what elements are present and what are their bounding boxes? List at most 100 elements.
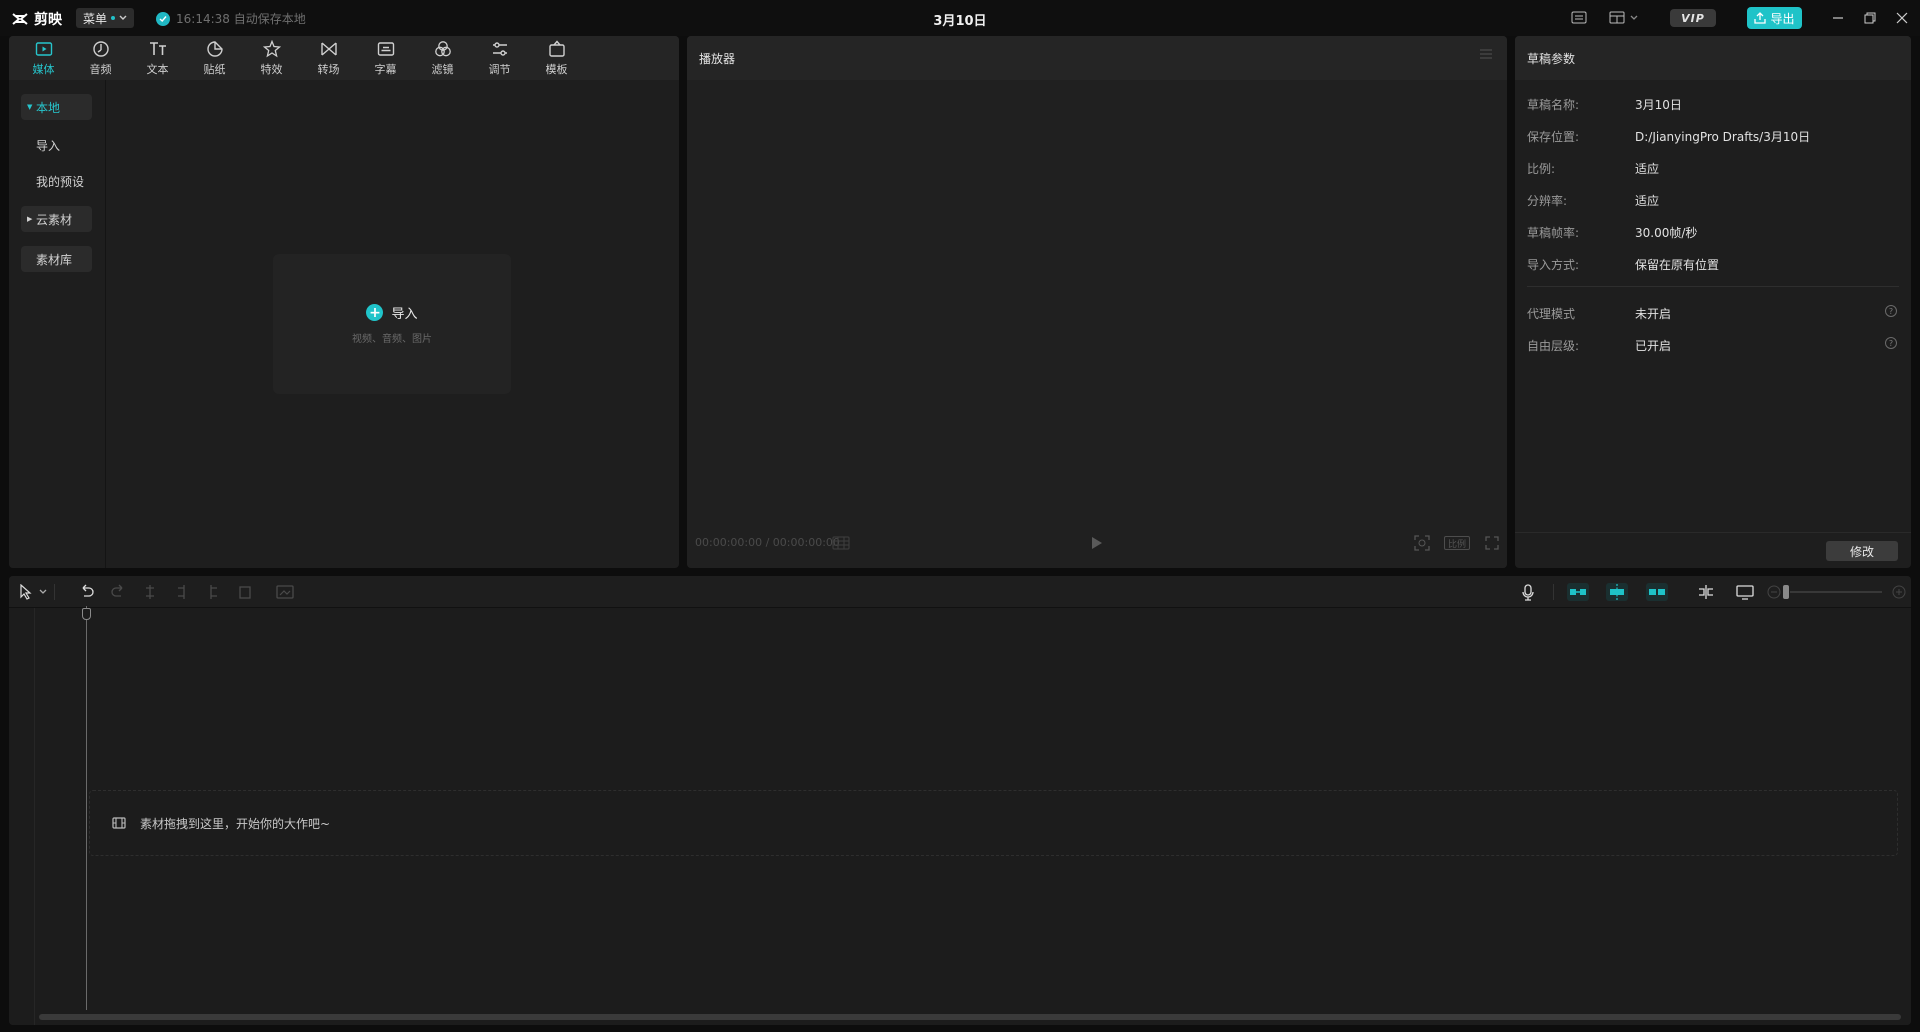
draft-row-key: 代理模式 [1527,307,1576,321]
player-viewport[interactable] [687,80,1507,568]
play-button[interactable] [1091,536,1103,550]
play-icon [1092,537,1102,549]
main-track-magnet-button[interactable] [1567,583,1589,601]
zoom-in-button[interactable] [1892,585,1906,599]
import-dropzone[interactable]: + 导入 视频、音频、图片 [273,254,511,394]
tab-filter[interactable]: 滤镜 [414,36,471,80]
export-button[interactable]: 导出 [1747,7,1802,29]
full-preview-button[interactable] [1736,584,1754,600]
tab-subtitle[interactable]: 字幕 [357,36,414,80]
menu-button[interactable]: 菜单 [76,8,135,28]
fit-screen-button[interactable] [1414,535,1430,551]
sidebar-item-my-presets[interactable]: 我的预设 [21,168,92,194]
draft-row-key: 分辨率: [1527,194,1568,208]
draft-row-value: 适应 [1635,194,1660,208]
playhead-handle[interactable] [82,608,91,620]
media-panel: 媒体 音频 文本 贴纸 特效 转场 字幕 滤镜 调节 模板 ▼ 本地 导入 我的… [9,36,679,568]
linkage-button[interactable] [1646,583,1668,601]
delete-right-button[interactable] [206,584,220,600]
tab-adjust[interactable]: 调节 [471,36,528,80]
draft-row-framerate: 草稿帧率: 30.00帧/秒 [1527,224,1897,242]
player-menu-button[interactable] [1479,48,1493,60]
autosave-status: 16:14:38 自动保存本地 [156,10,306,27]
delete-button[interactable] [238,584,252,600]
focus-icon [1414,535,1430,551]
split-button[interactable] [143,584,157,600]
tab-audio[interactable]: 音频 [72,36,129,80]
text-icon [149,41,166,55]
tab-media[interactable]: 媒体 [15,36,72,80]
timeline-grid-icon[interactable] [832,536,850,550]
auto-snap-button[interactable] [1606,583,1628,601]
zoom-out-icon [1767,585,1781,599]
undo-button[interactable] [79,584,95,600]
tab-text[interactable]: 文本 [129,36,186,80]
media-tab-bar: 媒体 音频 文本 贴纸 特效 转场 字幕 滤镜 调节 模板 [9,36,679,80]
draft-header: 草稿参数 [1515,36,1911,80]
filter-icon [434,40,451,56]
tab-sticker[interactable]: 贴纸 [186,36,243,80]
draft-row-key: 比例: [1527,162,1556,176]
tab-label: 特效 [260,62,283,76]
crop-button[interactable] [276,584,294,600]
ratio-button[interactable]: 比例 [1444,536,1470,550]
snap-icon [1610,584,1624,600]
sidebar-item-library[interactable]: 素材库 [21,246,92,272]
layout-switch-button[interactable] [1609,11,1638,24]
close-button[interactable] [1896,12,1908,24]
timeline-drop-area[interactable]: 素材拖拽到这里，开始你的大作吧~ [89,790,1898,856]
draft-row-key: 草稿帧率: [1527,226,1580,240]
tab-effects[interactable]: 特效 [243,36,300,80]
menu-label: 菜单 [83,11,108,26]
minimize-button[interactable] [1832,12,1844,24]
restore-button[interactable] [1864,12,1876,24]
import-button[interactable]: + 导入 [366,303,418,322]
tab-label: 媒体 [32,62,55,76]
vip-button[interactable]: VIP [1670,9,1716,27]
title-bar: 剪映 菜单 16:14:38 自动保存本地 3月10日 VIP 导出 [0,0,1920,36]
modify-button[interactable]: 修改 [1826,541,1898,561]
redo-icon [111,584,123,597]
import-label: 导入 [391,307,418,322]
tab-template[interactable]: 模板 [528,36,585,80]
preview-axis-button[interactable] [1697,584,1715,600]
draft-row-ratio: 比例: 适应 [1527,160,1897,178]
monitor-icon [1736,585,1754,600]
menu-notice-dot [111,16,116,20]
sticker-icon [206,40,223,57]
sidebar-item-import[interactable]: 导入 [21,132,92,158]
transition-icon [320,41,337,56]
subtitle-icon [377,41,394,56]
draft-row-value: 3月10日 [1635,98,1682,112]
draft-row-value: 适应 [1635,162,1660,176]
tab-label: 字幕 [374,62,397,76]
template-icon [548,39,565,57]
sidebar-item-cloud[interactable]: ▶ 云素材 [21,206,92,232]
sidebar-item-local[interactable]: ▼ 本地 [21,94,92,120]
fullscreen-icon [1485,536,1499,550]
playhead-line[interactable] [86,606,87,1010]
tab-transition[interactable]: 转场 [300,36,357,80]
shortcut-icon[interactable] [1571,11,1587,24]
record-audio-button[interactable] [1521,584,1535,601]
tab-label: 滤镜 [431,62,454,76]
trim-right-icon [210,585,217,599]
preview-axis-icon [1699,585,1713,599]
select-tool-button[interactable] [19,584,47,600]
chevron-down-icon [119,15,127,20]
split-icon [146,585,154,599]
capcut-logo-icon [12,13,28,25]
zoom-slider-track[interactable] [1790,591,1882,593]
trim-left-icon [178,585,185,599]
minimize-icon [1833,17,1843,19]
zoom-out-button[interactable] [1767,585,1781,599]
draft-row-key: 草稿名称: [1527,98,1580,112]
timeline-scrollbar[interactable] [39,1014,1901,1020]
help-icon[interactable]: ? [1885,305,1897,317]
hamburger-icon [1480,49,1492,59]
redo-button[interactable] [110,584,126,600]
delete-left-button[interactable] [175,584,189,600]
fullscreen-button[interactable] [1485,536,1499,550]
zoom-slider-handle[interactable] [1783,585,1789,599]
help-icon[interactable]: ? [1885,337,1897,349]
